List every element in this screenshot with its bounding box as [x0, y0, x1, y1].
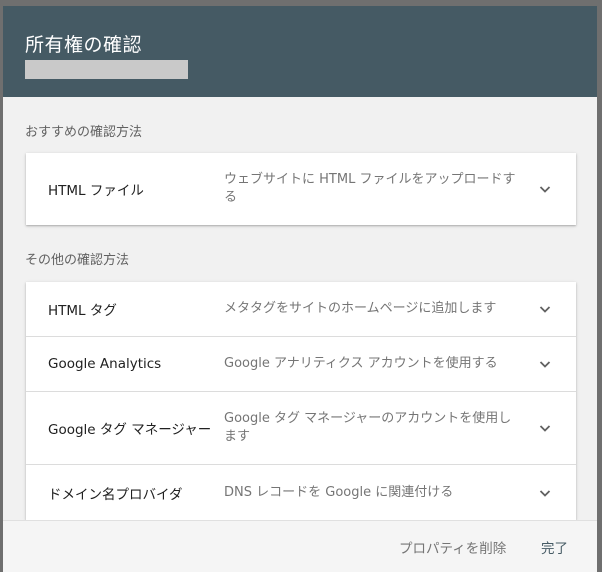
method-row-html-tag[interactable]: HTML タグ メタタグをサイトのホームページに追加します: [26, 282, 576, 336]
method-row-google-analytics[interactable]: Google Analytics Google アナリティクス アカウントを使用…: [26, 336, 576, 391]
recommended-section-label: おすすめの確認方法: [25, 125, 143, 140]
chevron-down-icon[interactable]: [538, 302, 552, 316]
dialog-header: 所有権の確認: [3, 6, 597, 97]
verification-dialog: 所有権の確認 おすすめの確認方法 HTML ファイル ウェブサイトに HTML …: [3, 6, 597, 572]
other-section-label: その他の確認方法: [25, 253, 130, 268]
method-description: DNS レコードを Google に関連付ける: [224, 485, 454, 500]
method-name: HTML ファイル: [48, 183, 144, 199]
method-row-google-tag-manager[interactable]: Google タグ マネージャー Google タグ マネージャーのアカウントを…: [26, 391, 576, 464]
redacted-property-url: [25, 60, 188, 79]
method-row-html-file[interactable]: HTML ファイル ウェブサイトに HTML ファイルをアップロードする: [26, 153, 576, 225]
chevron-down-icon[interactable]: [538, 357, 552, 371]
recommended-methods-card: HTML ファイル ウェブサイトに HTML ファイルをアップロードする: [26, 153, 576, 225]
method-description: メタタグをサイトのホームページに追加します: [224, 301, 497, 316]
method-name: Google タグ マネージャー: [48, 422, 212, 438]
method-row-domain-provider[interactable]: ドメイン名プロバイダ DNS レコードを Google に関連付ける: [26, 464, 576, 521]
method-description: Google アナリティクス アカウントを使用する: [224, 356, 498, 371]
dialog-title: 所有権の確認: [25, 34, 143, 56]
chevron-down-icon[interactable]: [538, 421, 552, 435]
method-description: ウェブサイトに HTML ファイルをアップロードする: [224, 172, 516, 205]
method-name: Google Analytics: [48, 356, 162, 372]
chevron-down-icon[interactable]: [538, 182, 552, 196]
method-name: HTML タグ: [48, 303, 117, 319]
method-name: ドメイン名プロバイダ: [48, 487, 183, 503]
method-description: Google タグ マネージャーのアカウントを使用します: [224, 411, 512, 444]
delete-property-button[interactable]: プロパティを削除: [399, 537, 506, 557]
done-button[interactable]: 完了: [541, 537, 568, 557]
other-methods-card: HTML タグ メタタグをサイトのホームページに追加します Google Ana…: [26, 282, 576, 521]
dialog-footer: プロパティを削除 完了: [3, 520, 597, 572]
chevron-down-icon[interactable]: [538, 486, 552, 500]
